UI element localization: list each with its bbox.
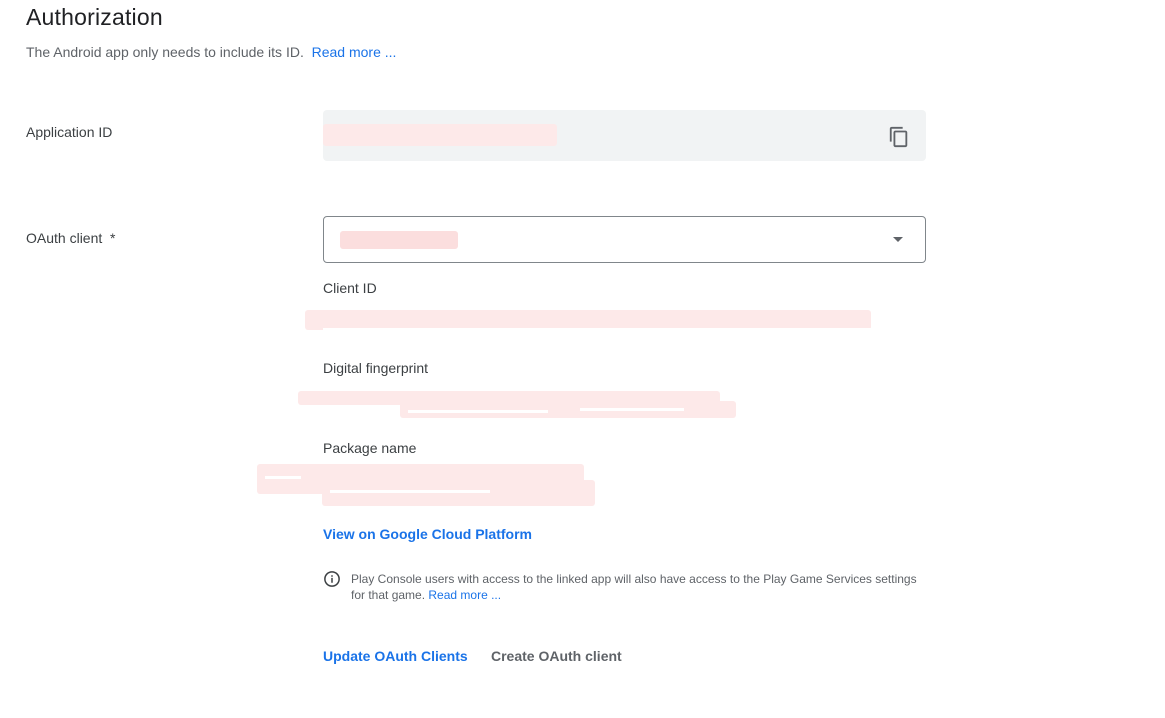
oauth-client-label: OAuth client * (26, 230, 116, 246)
redacted-value (323, 124, 557, 146)
info-icon (323, 570, 341, 588)
divider (408, 410, 548, 413)
page-subtitle: The Android app only needs to include it… (26, 44, 396, 60)
copy-icon[interactable] (888, 126, 910, 148)
oauth-client-select[interactable] (323, 216, 926, 263)
client-id-label: Client ID (323, 280, 377, 296)
page-title: Authorization (26, 4, 163, 30)
subtitle-text: The Android app only needs to include it… (26, 44, 304, 60)
oauth-client-label-text: OAuth client (26, 230, 103, 246)
arrow-drop-down-icon (893, 237, 903, 242)
update-oauth-clients-button[interactable]: Update OAuth Clients (323, 648, 468, 664)
divider (330, 490, 490, 493)
divider (265, 476, 301, 479)
info-text: Play Console users with access to the li… (351, 571, 923, 603)
client-id-redacted (305, 310, 871, 330)
view-on-gcp-link[interactable]: View on Google Cloud Platform (323, 526, 532, 542)
redacted-value (340, 231, 458, 249)
read-more-link[interactable]: Read more ... (312, 44, 397, 60)
divider (323, 328, 871, 331)
divider (580, 408, 684, 411)
application-id-label: Application ID (26, 124, 113, 140)
fingerprint-label: Digital fingerprint (323, 360, 429, 376)
package-label: Package name (323, 440, 417, 456)
info-read-more-link[interactable]: Read more ... (428, 588, 501, 602)
application-id-field (323, 110, 926, 161)
required-mark: * (110, 230, 116, 246)
package-redacted (322, 480, 595, 506)
create-oauth-client-button[interactable]: Create OAuth client (491, 648, 622, 664)
